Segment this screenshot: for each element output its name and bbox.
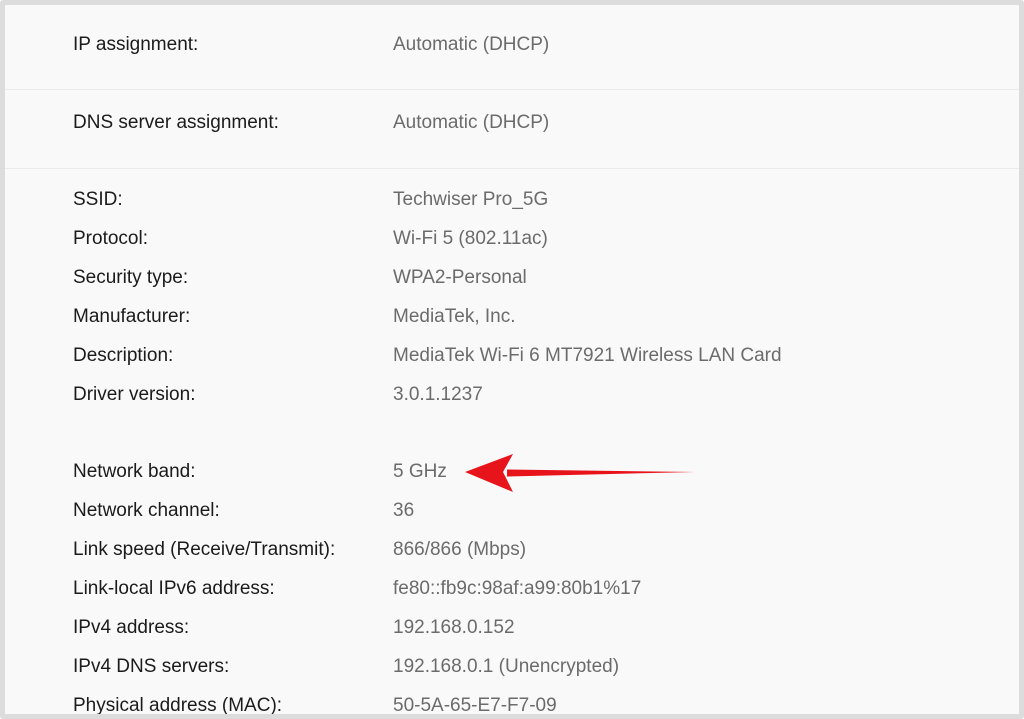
physical-address-label: Physical address (MAC): [73, 695, 283, 716]
ipv4-address-row: IPv4 address: 192.168.0.152 [5, 615, 1019, 641]
driver-version-label: Driver version: [73, 384, 196, 405]
ip-assignment-row: IP assignment: Automatic (DHCP) [5, 32, 1019, 58]
ssid-label: SSID: [73, 189, 123, 210]
driver-version-row: Driver version: 3.0.1.1237 [5, 382, 1019, 408]
manufacturer-value: MediaTek, Inc. [393, 306, 516, 327]
ip-assignment-section: IP assignment: Automatic (DHCP) [5, 5, 1019, 90]
link-speed-label: Link speed (Receive/Transmit): [73, 539, 336, 560]
network-properties-panel: IP assignment: Automatic (DHCP) DNS serv… [0, 0, 1024, 719]
manufacturer-row: Manufacturer: MediaTek, Inc. [5, 304, 1019, 330]
network-band-label: Network band: [73, 461, 196, 482]
dns-assignment-label: DNS server assignment: [73, 112, 279, 133]
ipv4-address-value: 192.168.0.152 [393, 617, 515, 638]
description-row: Description: MediaTek Wi-Fi 6 MT7921 Wir… [5, 343, 1019, 369]
link-speed-row: Link speed (Receive/Transmit): 866/866 (… [5, 537, 1019, 563]
network-band-value: 5 GHz [393, 461, 447, 482]
dns-assignment-section: DNS server assignment: Automatic (DHCP) [5, 90, 1019, 169]
ip-assignment-label: IP assignment: [73, 34, 199, 55]
description-value: MediaTek Wi-Fi 6 MT7921 Wireless LAN Car… [393, 345, 782, 366]
network-channel-value: 36 [393, 500, 415, 521]
physical-address-row: Physical address (MAC): 50-5A-65-E7-F7-0… [5, 693, 1019, 716]
security-type-label: Security type: [73, 267, 189, 288]
ipv4-dns-servers-row: IPv4 DNS servers: 192.168.0.1 (Unencrypt… [5, 654, 1019, 680]
security-type-row: Security type: WPA2-Personal [5, 265, 1019, 291]
manufacturer-label: Manufacturer: [73, 306, 191, 327]
physical-address-value: 50-5A-65-E7-F7-09 [393, 695, 557, 716]
protocol-label: Protocol: [73, 228, 148, 249]
dns-assignment-value: Automatic (DHCP) [393, 112, 550, 133]
ssid-row: SSID: Techwiser Pro_5G [5, 187, 1019, 213]
wifi-details-section: SSID: Techwiser Pro_5G Protocol: Wi-Fi 5… [5, 169, 1019, 716]
link-speed-value: 866/866 (Mbps) [393, 539, 527, 560]
protocol-value: Wi-Fi 5 (802.11ac) [393, 228, 548, 249]
protocol-row: Protocol: Wi-Fi 5 (802.11ac) [5, 226, 1019, 252]
ipv4-address-label: IPv4 address: [73, 617, 190, 638]
network-channel-row: Network channel: 36 [5, 498, 1019, 524]
dns-assignment-row: DNS server assignment: Automatic (DHCP) [5, 110, 1019, 136]
link-local-ipv6-label: Link-local IPv6 address: [73, 578, 275, 599]
red-arrow-pointing-left-icon [465, 454, 695, 492]
ipv4-dns-servers-value: 192.168.0.1 (Unencrypted) [393, 656, 620, 677]
description-label: Description: [73, 345, 174, 366]
ssid-value: Techwiser Pro_5G [393, 189, 549, 210]
ipv4-dns-servers-label: IPv4 DNS servers: [73, 656, 230, 677]
security-type-value: WPA2-Personal [393, 267, 527, 288]
driver-version-value: 3.0.1.1237 [393, 384, 483, 405]
link-local-ipv6-value: fe80::fb9c:98af:a99:80b1%17 [393, 578, 642, 599]
link-local-ipv6-row: Link-local IPv6 address: fe80::fb9c:98af… [5, 576, 1019, 602]
ip-assignment-value: Automatic (DHCP) [393, 34, 550, 55]
network-channel-label: Network channel: [73, 500, 220, 521]
